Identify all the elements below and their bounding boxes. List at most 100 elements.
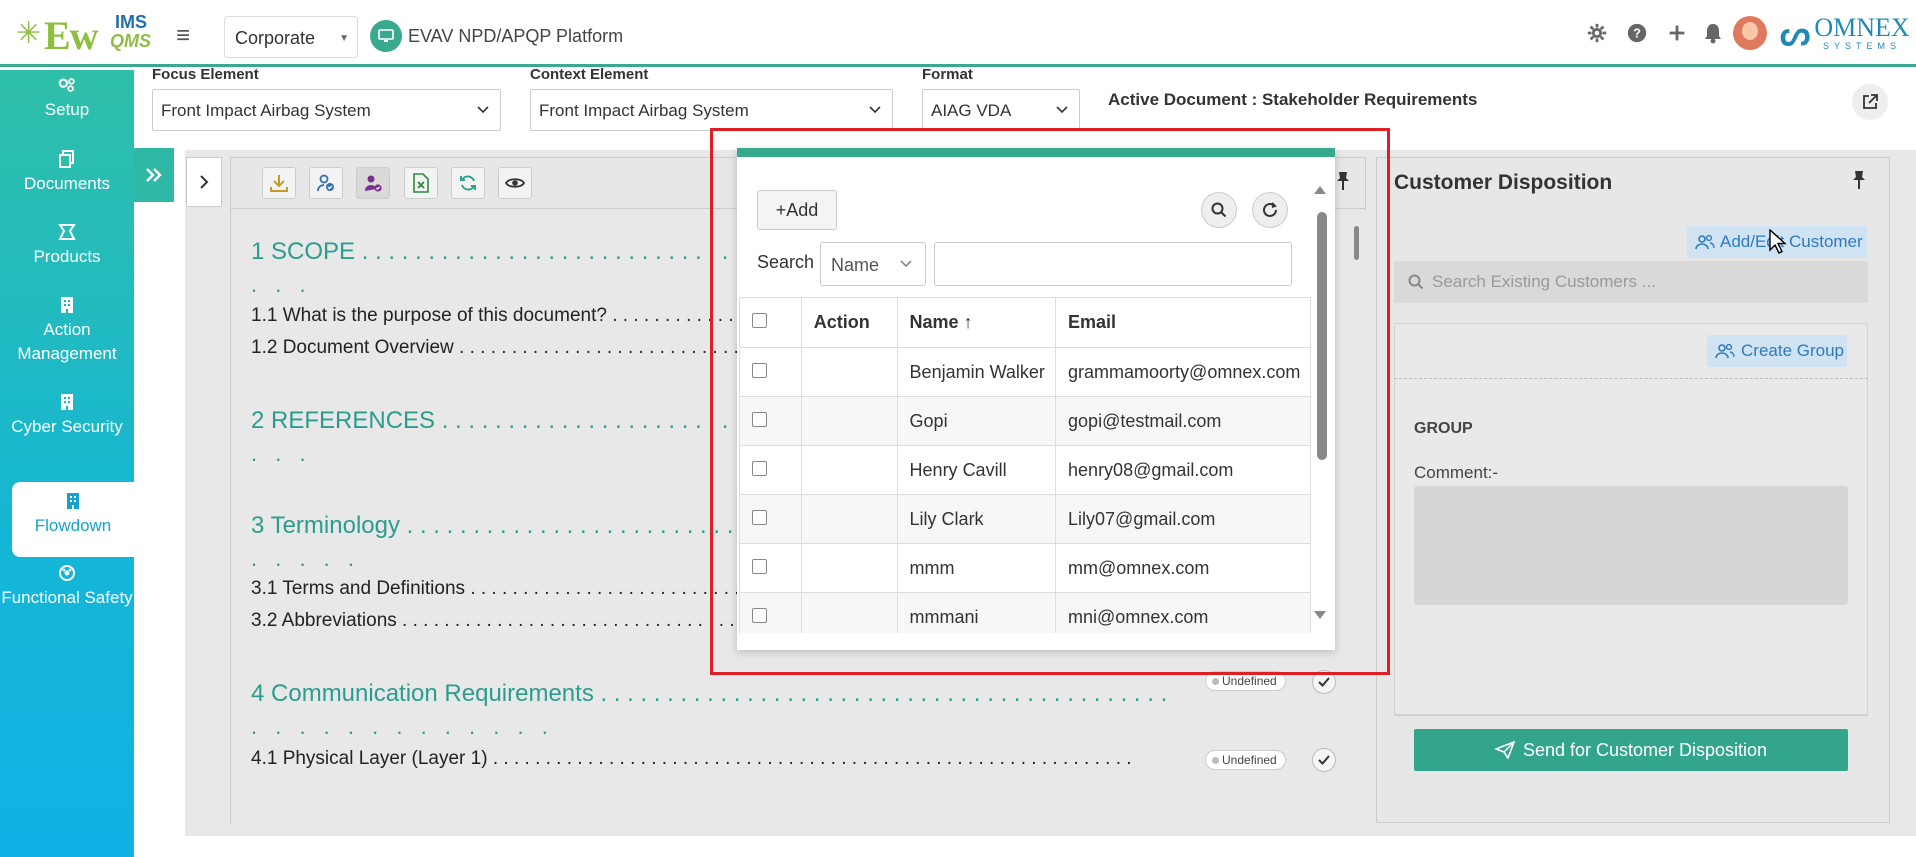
download-button[interactable] xyxy=(262,167,296,199)
section-heading-wrap: . . . xyxy=(251,272,312,297)
context-element-select[interactable]: Front Impact Airbag System xyxy=(530,89,893,131)
comment-label: Comment:- xyxy=(1414,463,1499,482)
external-link-button[interactable] xyxy=(1852,84,1888,120)
sidebar-item-label: Setup xyxy=(44,100,90,119)
svg-text:?: ? xyxy=(1633,26,1641,41)
double-chevron-right-icon xyxy=(146,168,162,182)
expand-sidebar-button[interactable] xyxy=(134,148,174,202)
sidebar-item-label: Documents xyxy=(24,174,110,193)
logo-ims: IMS xyxy=(115,12,148,32)
building-icon xyxy=(67,493,79,509)
building-icon xyxy=(61,394,73,410)
sidebar-item-setup[interactable]: Setup xyxy=(0,76,134,122)
focus-element-value: Front Impact Airbag System xyxy=(161,101,371,120)
download-icon xyxy=(270,175,288,192)
sidebar-item-label: Action Management xyxy=(17,320,117,363)
caret-down-icon: ▼ xyxy=(339,33,349,44)
sidebar-item-label: Products xyxy=(33,247,101,266)
plus-icon[interactable] xyxy=(1666,22,1690,46)
expand-tree-button[interactable] xyxy=(186,157,222,207)
sidebar-item-products[interactable]: Products xyxy=(0,223,134,269)
bell-icon[interactable] xyxy=(1703,22,1727,46)
context-element-value: Front Impact Airbag System xyxy=(539,101,749,120)
create-group-label: Create Group xyxy=(1741,341,1844,360)
panel-title: Customer Disposition xyxy=(1394,171,1613,194)
chevron-down-icon xyxy=(869,106,881,114)
omnex-mark-icon: ᔕ xyxy=(1780,16,1811,53)
send-icon xyxy=(1494,741,1515,759)
menu-icon[interactable]: ≡ xyxy=(176,22,190,50)
export-excel-button[interactable] xyxy=(404,167,438,199)
logo-ew: Ew xyxy=(44,13,99,58)
platform-name: EVAV NPD/APQP Platform xyxy=(408,25,624,46)
check-icon xyxy=(1318,677,1330,687)
logo-qms: QMS xyxy=(110,31,152,51)
refresh-icon xyxy=(460,175,476,191)
customer-search-input[interactable]: Search Existing Customers ... xyxy=(1394,261,1868,303)
sidebar-item-documents[interactable]: Documents xyxy=(0,150,134,196)
send-label: Send for Customer Disposition xyxy=(1522,739,1768,760)
customer-search-placeholder: Search Existing Customers ... xyxy=(1432,272,1656,291)
omnex-wordmark: OMNEX SYSTEMS xyxy=(1814,15,1909,52)
chevron-right-icon xyxy=(200,175,209,189)
format-value: AIAG VDA xyxy=(931,101,1012,120)
focus-element-select[interactable]: Front Impact Airbag System xyxy=(152,89,501,131)
sidebar-item-label: Functional Safety xyxy=(1,588,133,607)
sidebar-item-label: Cyber Security xyxy=(11,417,123,436)
check-icon xyxy=(1318,755,1330,765)
section-heading[interactable]: 4 Communication Requirements . . . . . .… xyxy=(251,680,1167,708)
pin-icon[interactable] xyxy=(1850,170,1868,189)
users-icon xyxy=(1695,234,1715,250)
sidebar-item-functional-safety[interactable]: Functional Safety xyxy=(0,564,134,610)
user-check-icon xyxy=(317,174,334,192)
refresh-button[interactable] xyxy=(451,167,485,199)
documents-icon xyxy=(59,150,74,168)
sidebar: Setup Documents Products Action Manageme… xyxy=(0,70,134,857)
sidebar-item-label: Flowdown xyxy=(34,516,112,535)
subsection-heading[interactable]: 4.1 Physical Layer (Layer 1) . . . . . .… xyxy=(251,748,1132,770)
create-group-button[interactable]: Create Group xyxy=(1707,335,1847,367)
sun-logo-icon: ✳ xyxy=(16,17,42,50)
group-label: GROUP xyxy=(1414,420,1473,437)
chevron-down-icon xyxy=(477,106,489,114)
format-select[interactable]: AIAG VDA xyxy=(922,89,1080,131)
omnex-brand-name: OMNEX xyxy=(1814,13,1910,42)
user-avatar[interactable] xyxy=(1733,16,1767,50)
comment-textarea[interactable] xyxy=(1414,486,1848,605)
user-check-button[interactable] xyxy=(309,167,343,199)
external-link-icon xyxy=(1863,94,1878,109)
omnex-brand-sub: SYSTEMS xyxy=(1822,41,1901,51)
add-edit-customer-label: Add/Edit Customer xyxy=(1720,232,1863,251)
section-heading-wrap: . . . . . . . . . . . . . xyxy=(251,714,554,739)
divider xyxy=(1394,715,1868,716)
user-assign-button[interactable] xyxy=(356,167,390,199)
format-label: Format xyxy=(922,66,973,83)
building-icon xyxy=(61,297,73,313)
section-heading-wrap: . . . xyxy=(251,441,312,466)
products-icon xyxy=(58,224,76,240)
organization-select[interactable]: Corporate ▼ xyxy=(224,16,358,58)
chevron-down-icon xyxy=(1056,106,1068,114)
gears-icon xyxy=(58,78,75,92)
excel-icon xyxy=(413,173,429,193)
user-assign-icon xyxy=(365,175,382,192)
highlight-box xyxy=(710,128,1390,675)
send-for-customer-disposition-button[interactable]: Send for Customer Disposition xyxy=(1414,729,1848,771)
help-icon[interactable]: ? xyxy=(1626,22,1650,46)
mouse-cursor-icon xyxy=(1769,229,1787,255)
sidebar-item-flowdown[interactable]: Flowdown xyxy=(12,482,134,557)
context-element-label: Context Element xyxy=(530,66,649,83)
sidebar-item-cyber-security[interactable]: Cyber Security xyxy=(0,393,134,439)
sidebar-item-action-management[interactable]: Action Management xyxy=(0,296,134,366)
section-heading-wrap: . . . . . xyxy=(251,546,361,571)
search-icon xyxy=(1408,274,1424,290)
preview-button[interactable] xyxy=(498,167,532,199)
approve-check-button[interactable] xyxy=(1312,748,1336,772)
platform-title[interactable]: EVAV NPD/APQP Platform xyxy=(370,20,623,52)
focus-element-label: Focus Element xyxy=(152,66,259,83)
organization-select-value: Corporate xyxy=(235,28,316,48)
gear-icon[interactable] xyxy=(1586,22,1610,46)
divider xyxy=(1394,378,1868,379)
eye-icon xyxy=(505,178,525,188)
omnex-logo: ᔕ OMNEX SYSTEMS xyxy=(1780,14,1910,54)
